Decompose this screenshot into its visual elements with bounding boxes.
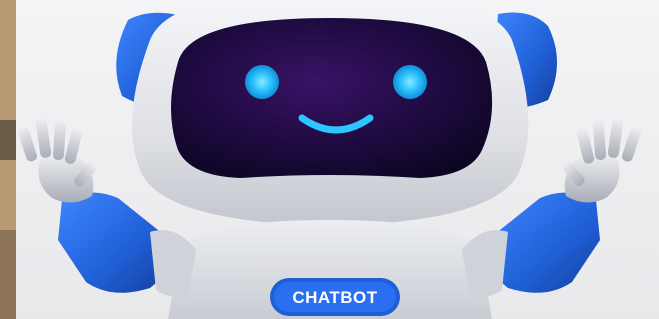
eye-left bbox=[245, 65, 279, 99]
chatbot-badge-text: CHATBOT bbox=[292, 288, 377, 307]
face-visor bbox=[171, 18, 493, 178]
robot-illustration: CHATBOT bbox=[0, 0, 659, 319]
robot-torso: CHATBOT bbox=[168, 220, 492, 319]
eye-right bbox=[393, 65, 427, 99]
robot-head bbox=[132, 0, 529, 226]
